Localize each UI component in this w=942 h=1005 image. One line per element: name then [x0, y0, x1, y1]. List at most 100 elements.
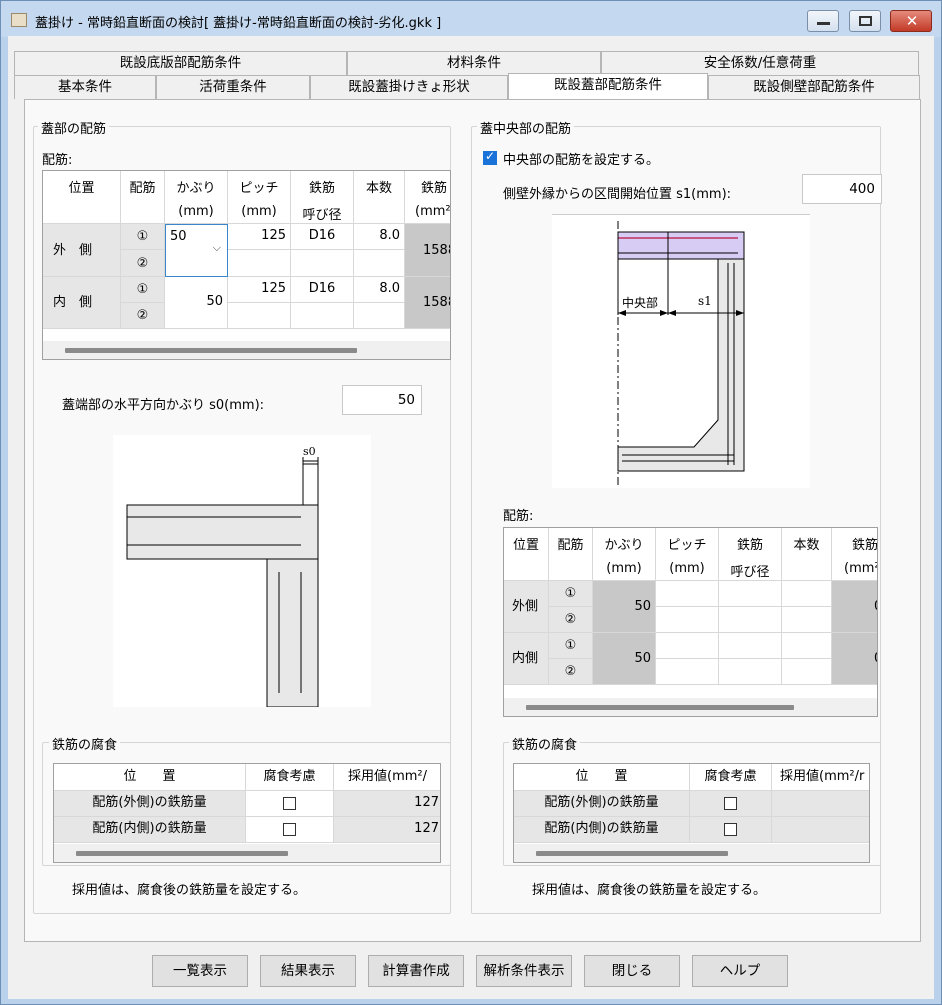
outer-count-cell-2[interactable]: [354, 250, 405, 277]
center-rebar-checkbox[interactable]: ✓: [483, 149, 497, 165]
corrosion-header-value-r: 採用値(mm²/r: [772, 764, 869, 791]
s0-dimension-label: s0: [303, 445, 316, 458]
scroll-thumb[interactable]: [536, 851, 728, 856]
result-view-button[interactable]: 結果表示: [260, 955, 356, 987]
center-table-scrollbar[interactable]: [504, 698, 877, 716]
checkmark-icon: ✓: [485, 149, 496, 163]
corrosion-scrollbar-right[interactable]: [514, 844, 869, 862]
inner-dia-r2[interactable]: [719, 659, 782, 685]
pitch-header-line1: ピッチ: [239, 181, 279, 196]
center-drawing: [617, 221, 745, 487]
create-report-button[interactable]: 計算書作成: [368, 955, 464, 987]
tab-shape[interactable]: 既設蓋掛けきょ形状: [310, 75, 508, 99]
inner-pitch-r2[interactable]: [656, 659, 719, 685]
scroll-thumb[interactable]: [65, 348, 357, 353]
outer-pitch-cell-2[interactable]: [228, 250, 291, 277]
tab-basic[interactable]: 基本条件: [14, 75, 156, 99]
row-label-outer: 外 側: [43, 224, 121, 277]
corrosion-row-outer: 配筋(外側)の鉄筋量: [54, 791, 246, 817]
inner-count-cell[interactable]: 8.0: [354, 277, 405, 303]
center-rebar-title: 蓋中央部の配筋: [477, 118, 575, 137]
inner-cover-cell[interactable]: 50: [165, 277, 228, 329]
close-window-button[interactable]: ✕: [890, 10, 932, 32]
corrosion-inner-cell-r[interactable]: [690, 817, 772, 843]
s0-input[interactable]: 50: [342, 385, 422, 415]
corrosion-header-consider-r: 腐食考慮: [690, 764, 772, 791]
scroll-thumb[interactable]: [76, 851, 288, 856]
inner-count-cell-2[interactable]: [354, 303, 405, 329]
scroll-thumb[interactable]: [526, 705, 794, 710]
help-button[interactable]: ヘルプ: [692, 955, 788, 987]
close-icon: ✕: [905, 12, 919, 30]
outer-count-cell[interactable]: 8.0: [354, 224, 405, 250]
tab-material[interactable]: 材料条件: [347, 51, 601, 75]
s0-label: 蓋端部の水平方向かぶり s0(mm):: [62, 398, 265, 413]
tab-side-wall[interactable]: 既設側壁部配筋条件: [708, 75, 920, 99]
tab-live-load[interactable]: 活荷重条件: [156, 75, 310, 99]
col-header-area-r: 鉄筋 (mm²: [832, 528, 877, 581]
close-button[interactable]: 閉じる: [584, 955, 680, 987]
tab-safety-factor[interactable]: 安全係数/任意荷重: [601, 51, 919, 75]
cover-header-line1: かぶり: [176, 181, 216, 196]
cover-header-r2: (mm): [606, 561, 642, 576]
analysis-conditions-button[interactable]: 解析条件表示: [476, 955, 572, 987]
corrosion-outer-checkbox[interactable]: [283, 797, 296, 810]
outer-count-r2[interactable]: [782, 607, 832, 633]
area-header-line1: 鉄筋: [421, 181, 448, 196]
row-label-inner: 内 側: [43, 277, 121, 329]
inner-count-r1[interactable]: [782, 633, 832, 659]
inner-dia-cell[interactable]: D16: [291, 277, 354, 303]
lid-rebar-title: 蓋部の配筋: [38, 118, 110, 137]
inner-pitch-cell-2[interactable]: [228, 303, 291, 329]
corrosion-title-left: 鉄筋の腐食: [49, 734, 121, 753]
corrosion-header-consider: 腐食考慮: [246, 764, 334, 791]
outer-dia-r1[interactable]: [719, 581, 782, 607]
window-title: 蓋掛け - 常時鉛直断面の検討[ 蓋掛け-常時鉛直断面の検討-劣化.gkk ]: [35, 16, 442, 31]
outer-count-r1[interactable]: [782, 581, 832, 607]
inner-dia-r1[interactable]: [719, 633, 782, 659]
outer-pitch-r1[interactable]: [656, 581, 719, 607]
inner-count-r2[interactable]: [782, 659, 832, 685]
rebar-label: 配筋:: [42, 153, 73, 168]
corrosion-inner-cell[interactable]: [246, 817, 334, 843]
outer-area-cell: 1588: [405, 224, 450, 277]
s1-input[interactable]: 400: [802, 174, 882, 204]
app-icon: [11, 13, 27, 27]
inner-mark-2-r: ②: [549, 659, 593, 685]
outer-pitch-r2[interactable]: [656, 607, 719, 633]
dia-header-line1: 鉄筋: [308, 181, 335, 196]
corrosion-inner-checkbox[interactable]: [283, 823, 296, 836]
list-view-button[interactable]: 一覧表示: [152, 955, 248, 987]
corrosion-outer-value-r: [772, 791, 869, 817]
center-rebar-check-label[interactable]: 中央部の配筋を設定する。: [503, 149, 659, 168]
corrosion-outer-value: 127: [334, 791, 440, 817]
tab-row-1: 既設底版部配筋条件 材料条件 安全係数/任意荷重: [14, 51, 919, 75]
outer-cover-dropdown[interactable]: 50 ⌵: [165, 224, 228, 277]
inner-pitch-r1[interactable]: [656, 633, 719, 659]
outer-dia-cell-2[interactable]: [291, 250, 354, 277]
corrosion-row-inner: 配筋(内側)の鉄筋量: [54, 817, 246, 843]
outer-dia-cell[interactable]: D16: [291, 224, 354, 250]
corrosion-outer-cell[interactable]: [246, 791, 334, 817]
tab-bottom-slab[interactable]: 既設底版部配筋条件: [14, 51, 347, 75]
maximize-button[interactable]: [849, 10, 881, 32]
inner-pitch-cell[interactable]: 125: [228, 277, 291, 303]
minimize-icon: [817, 22, 830, 25]
tab-row-2: 基本条件 活荷重条件 既設蓋掛けきょ形状 既設蓋部配筋条件 既設側壁部配筋条件: [14, 73, 920, 99]
minimize-button[interactable]: [807, 10, 839, 32]
corrosion-inner-checkbox-r[interactable]: [724, 823, 737, 836]
corrosion-outer-checkbox-r[interactable]: [724, 797, 737, 810]
note-left: 採用値は、腐食後の鉄筋量を設定する。: [72, 883, 307, 898]
outer-pitch-cell[interactable]: 125: [228, 224, 291, 250]
tab-lid-rebar[interactable]: 既設蓋部配筋条件: [508, 73, 708, 99]
lid-table-scrollbar[interactable]: [43, 341, 450, 359]
corrosion-outer-cell-r[interactable]: [690, 791, 772, 817]
outer-mark-2-r: ②: [549, 607, 593, 633]
corrosion-scrollbar-left[interactable]: [54, 844, 440, 862]
col-header-rebar: 配筋: [121, 171, 165, 224]
corrosion-inner-value-r: [772, 817, 869, 843]
inner-dia-cell-2[interactable]: [291, 303, 354, 329]
col-header-pitch: ピッチ (mm): [228, 171, 291, 224]
outer-dia-r2[interactable]: [719, 607, 782, 633]
inner-cover-cell-r: 50: [593, 633, 656, 685]
